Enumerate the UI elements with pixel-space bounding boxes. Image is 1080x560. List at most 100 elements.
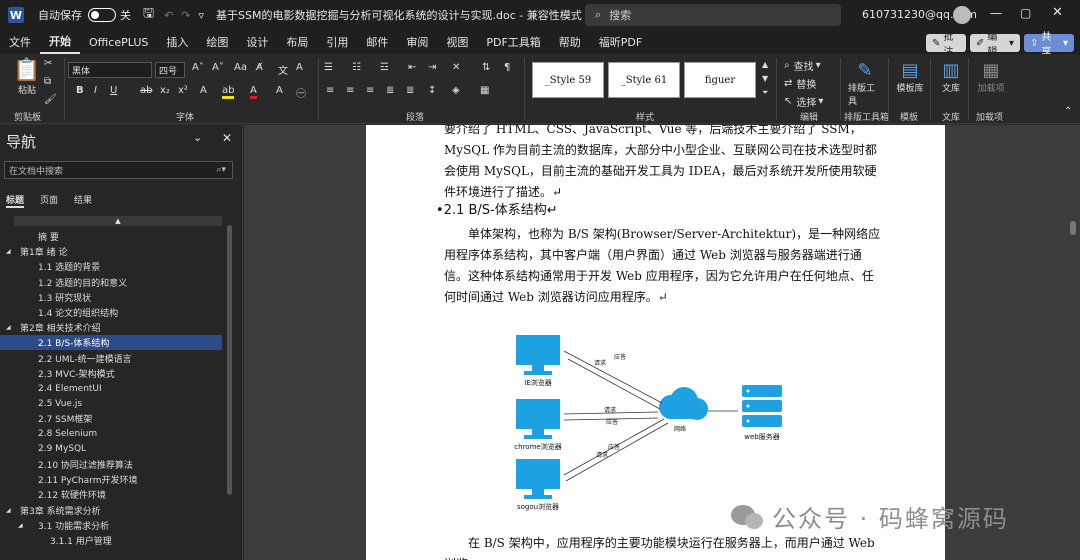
decrease-indent-icon[interactable]: ⇤: [408, 62, 416, 73]
copy-icon[interactable]: ⧉: [44, 76, 51, 87]
nav-heading-item[interactable]: 1.3 研究现状: [0, 290, 222, 305]
tab-draw[interactable]: 绘图: [197, 30, 237, 54]
find-button[interactable]: ⌕ 查找 ▾: [784, 58, 821, 73]
nav-heading-item[interactable]: 2.12 软硬件环境: [0, 487, 222, 502]
avatar[interactable]: [953, 6, 971, 24]
tab-help[interactable]: 帮助: [550, 30, 590, 54]
nav-heading-item[interactable]: 2.9 MySQL: [0, 442, 222, 457]
expand-triangle-icon[interactable]: ◢: [6, 324, 18, 331]
nav-heading-item[interactable]: 2.7 SSM框架: [0, 411, 222, 426]
borders-icon[interactable]: ▦: [480, 85, 489, 96]
nav-heading-item[interactable]: ◢ 第1章 绪 论: [0, 244, 222, 259]
nav-tab-headings[interactable]: 标题: [6, 193, 25, 208]
typeset-tool-button[interactable]: ✎ 排版工具: [848, 60, 882, 107]
nav-heading-item[interactable]: 1.2 选题的目的和意义: [0, 275, 222, 290]
align-right-icon[interactable]: ≡: [366, 85, 374, 96]
style-gallery-item[interactable]: _Style 59: [532, 62, 604, 98]
char-shading-icon[interactable]: A: [276, 85, 283, 96]
expand-triangle-icon[interactable]: ◢: [6, 248, 18, 255]
sort-icon[interactable]: ⇅: [482, 62, 490, 73]
share-button[interactable]: ⇪ 共享 ▾: [1024, 32, 1074, 58]
shading-icon[interactable]: ◈: [452, 85, 460, 96]
tab-officeplus[interactable]: OfficePLUS: [80, 30, 157, 54]
nav-heading-item[interactable]: 1.4 论文的组织结构: [0, 305, 222, 320]
style-gallery-item[interactable]: figuer: [684, 62, 756, 98]
justify-icon[interactable]: ≣: [386, 85, 394, 96]
gallery-more-icon[interactable]: ⏷: [762, 88, 768, 98]
nav-heading-item[interactable]: 2.2 UML-统一建模语言: [0, 351, 222, 366]
nav-options-icon[interactable]: ⌄: [193, 131, 202, 144]
nav-heading-item[interactable]: 1.1 选题的背景: [0, 259, 222, 274]
comments-button[interactable]: ✎ 批注: [926, 32, 966, 58]
gallery-down-icon[interactable]: ▼: [762, 74, 768, 83]
underline-icon[interactable]: U: [110, 85, 117, 96]
template-library-button[interactable]: ▤ 模板库: [894, 60, 926, 94]
increase-indent-icon[interactable]: ⇥: [428, 62, 436, 73]
tab-pdf-toolbox[interactable]: PDF工具箱: [477, 30, 549, 54]
nav-heading-item[interactable]: 摘 要: [0, 229, 222, 244]
highlight-icon[interactable]: ab: [222, 85, 235, 99]
tab-view[interactable]: 视图: [437, 30, 477, 54]
customize-qat-icon[interactable]: ▿: [199, 9, 205, 22]
font-color-icon[interactable]: A: [250, 85, 257, 99]
line-spacing-icon[interactable]: ↕: [428, 85, 436, 96]
subscript-icon[interactable]: x₂: [160, 85, 170, 96]
autosave-toggle[interactable]: [88, 8, 116, 22]
undo-icon[interactable]: ↶: [164, 9, 173, 22]
format-painter-icon[interactable]: 🖌: [44, 94, 57, 105]
replace-button[interactable]: ⇄ 替换: [784, 76, 816, 91]
italic-icon[interactable]: I: [94, 85, 97, 96]
nav-heading-item[interactable]: 2.4 ElementUI: [0, 381, 222, 396]
addin-button[interactable]: ▦ 加载项: [976, 60, 1006, 94]
text-effects-icon[interactable]: A: [200, 85, 207, 96]
font-name-select[interactable]: 黑体: [68, 62, 152, 78]
tab-insert[interactable]: 插入: [157, 30, 197, 54]
document-page[interactable]: 要介绍了 HTML、CSS、JavaScript、Vue 等，后端技术主要介绍了…: [366, 125, 945, 560]
expand-triangle-icon[interactable]: ◢: [18, 522, 30, 529]
maximize-icon[interactable]: ▢: [1020, 6, 1031, 20]
nav-search-input[interactable]: 在文档中搜索 ⌕▾: [4, 161, 233, 179]
change-case-icon[interactable]: Aa: [234, 62, 247, 73]
tab-layout[interactable]: 布局: [277, 30, 317, 54]
superscript-icon[interactable]: x²: [178, 85, 188, 96]
nav-heading-item[interactable]: ◢ 3.1 功能需求分析: [0, 518, 222, 533]
nav-heading-item[interactable]: 2.3 MVC-架构模式: [0, 366, 222, 381]
tab-mailings[interactable]: 邮件: [357, 30, 397, 54]
distributed-icon[interactable]: ≣: [406, 85, 414, 96]
nav-heading-item[interactable]: ◢ 第2章 相关技术介绍: [0, 320, 222, 335]
align-left-icon[interactable]: ≡: [326, 85, 334, 96]
nav-tab-results[interactable]: 结果: [74, 193, 92, 206]
clear-format-icon[interactable]: A̸: [256, 62, 263, 73]
font-size-select[interactable]: 四号: [155, 62, 185, 78]
grow-font-icon[interactable]: A˄: [192, 62, 204, 73]
chinese-layout-icon[interactable]: ✕: [452, 62, 460, 73]
nav-tab-pages[interactable]: 页面: [40, 193, 58, 206]
nav-heading-item[interactable]: 3.1.1 用户管理: [0, 533, 222, 548]
redo-icon[interactable]: ↷: [181, 9, 190, 22]
minimize-icon[interactable]: —: [990, 6, 1002, 20]
nav-heading-item[interactable]: ◢ 第3章 系统需求分析: [0, 503, 222, 518]
save-icon[interactable]: 🖫: [143, 4, 154, 26]
select-button[interactable]: ↖ 选择 ▾: [784, 94, 823, 109]
bullets-icon[interactable]: ☰: [324, 62, 333, 73]
expand-triangle-icon[interactable]: ◢: [6, 507, 18, 514]
tab-file[interactable]: 文件: [0, 30, 40, 54]
nav-scrollbar[interactable]: [227, 225, 232, 495]
nav-heading-item[interactable]: 2.10 协同过滤推荐算法: [0, 457, 222, 472]
style-gallery-item[interactable]: _Style 61: [608, 62, 680, 98]
tab-foxit-pdf[interactable]: 福昕PDF: [590, 30, 651, 54]
align-center-icon[interactable]: ≡: [346, 85, 354, 96]
editing-mode-button[interactable]: ✐ 编辑 ▾: [970, 32, 1020, 58]
document-scrollbar[interactable]: [1070, 221, 1076, 235]
nav-heading-item[interactable]: 2.1 B/S-体系结构: [0, 335, 222, 351]
close-icon[interactable]: ✕: [222, 131, 232, 145]
char-border-icon[interactable]: A: [296, 62, 303, 73]
collapse-ribbon-icon[interactable]: ⌃: [1064, 106, 1072, 117]
bold-icon[interactable]: B: [76, 85, 84, 96]
nav-heading-item[interactable]: 2.5 Vue.js: [0, 396, 222, 411]
tab-review[interactable]: 审阅: [397, 30, 437, 54]
tab-design[interactable]: 设计: [237, 30, 277, 54]
numbering-icon[interactable]: ☷: [352, 62, 361, 73]
cut-icon[interactable]: ✂: [44, 58, 52, 69]
shrink-font-icon[interactable]: A˅: [212, 62, 224, 73]
